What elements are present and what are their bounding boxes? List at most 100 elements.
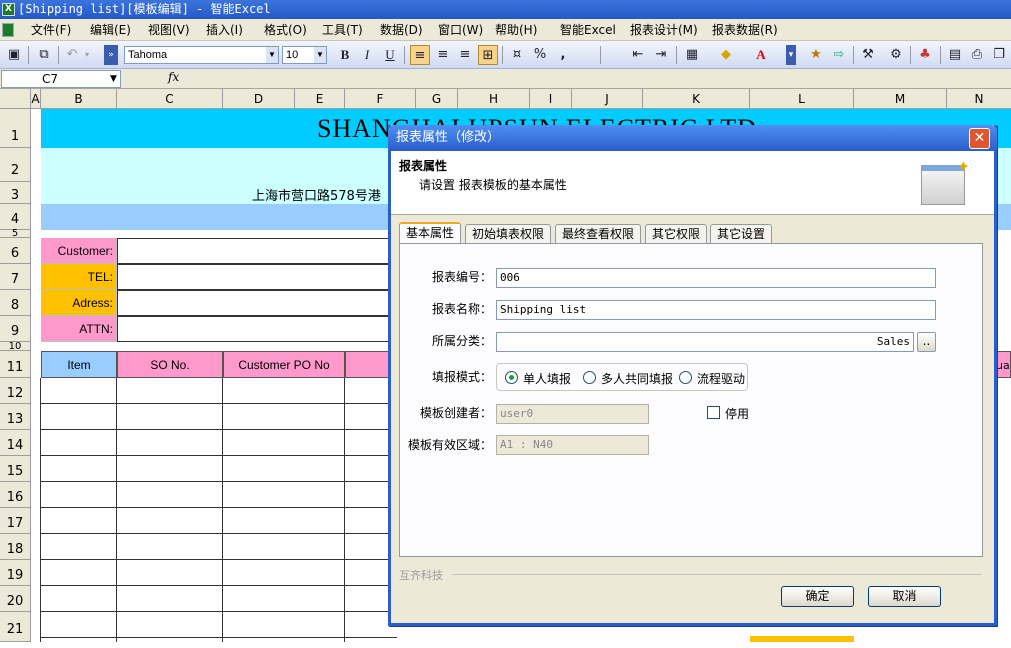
org-chart-icon[interactable]: ♣ <box>915 45 935 65</box>
comma-button[interactable]: , <box>553 45 573 65</box>
save-icon[interactable]: ▣ <box>4 45 24 65</box>
row-header[interactable]: 2 <box>0 148 31 182</box>
report-name-input[interactable]: Shipping list <box>496 300 936 320</box>
column-header[interactable]: H <box>458 89 530 109</box>
menu-view[interactable]: 视图(V) <box>148 22 190 38</box>
radio-workflow-label[interactable]: 流程驱动 <box>697 370 745 387</box>
row-header[interactable]: 13 <box>0 404 31 430</box>
menu-tools[interactable]: 工具(T) <box>322 22 363 38</box>
ok-button[interactable]: 确定 <box>781 586 854 607</box>
column-header[interactable]: A <box>31 89 41 109</box>
copy-icon[interactable]: ⧉ <box>34 45 54 65</box>
font-size-combo[interactable]: 10 ▼ <box>282 46 327 64</box>
column-header[interactable]: M <box>854 89 947 109</box>
undo-icon[interactable]: ↶ <box>62 45 82 65</box>
row-header[interactable]: 1 <box>0 109 31 148</box>
sheet-doc-icon[interactable] <box>2 23 14 37</box>
row-header[interactable]: 12 <box>0 378 31 404</box>
font-color-icon[interactable]: A <box>751 45 771 65</box>
menu-format[interactable]: 格式(O) <box>264 22 307 38</box>
menu-window[interactable]: 窗口(W) <box>438 22 483 38</box>
tab-initial-fill-permissions[interactable]: 初始填表权限 <box>465 224 552 243</box>
column-header[interactable]: N <box>947 89 1011 109</box>
row-header[interactable]: 14 <box>0 430 31 456</box>
column-header[interactable]: C <box>117 89 223 109</box>
underline-button[interactable]: U <box>380 45 400 65</box>
row-header[interactable]: 18 <box>0 534 31 560</box>
row-header[interactable]: 6 <box>0 238 31 264</box>
select-all-corner[interactable] <box>0 89 31 109</box>
attn-value-cell[interactable] <box>117 316 397 342</box>
column-header[interactable]: K <box>643 89 750 109</box>
address-value-cell[interactable] <box>117 290 397 316</box>
column-header[interactable]: I <box>530 89 572 109</box>
radio-workflow[interactable] <box>679 371 692 384</box>
print-icon[interactable]: ⎙ <box>967 45 987 65</box>
row-header[interactable]: 4 <box>0 204 31 230</box>
radio-multi-fill-label[interactable]: 多人共同填报 <box>601 370 673 387</box>
radio-single-fill[interactable] <box>505 371 518 384</box>
tab-basic-properties[interactable]: 基本属性 <box>399 222 462 244</box>
row-header[interactable]: 3 <box>0 182 31 204</box>
font-name-combo[interactable]: Tahoma ▼ <box>124 46 279 64</box>
row-header[interactable]: 5 <box>0 229 31 239</box>
borders-icon[interactable]: ▦ <box>682 45 702 65</box>
table-icon[interactable]: ▤ <box>945 45 965 65</box>
tel-value-cell[interactable] <box>117 264 397 290</box>
align-left-icon[interactable]: ≡ <box>410 45 430 65</box>
row-header[interactable]: 9 <box>0 316 31 342</box>
align-center-icon[interactable]: ≡ <box>433 45 453 65</box>
column-header[interactable]: G <box>416 89 458 109</box>
toolbar-more-icon[interactable]: ▾ <box>786 45 796 65</box>
open-report-icon[interactable]: ⇨ <box>829 45 849 65</box>
tab-other-settings[interactable]: 其它设置 <box>710 224 773 243</box>
menu-data[interactable]: 数据(D) <box>380 22 423 38</box>
name-box[interactable]: C7 ▼ <box>1 70 121 88</box>
close-button[interactable]: ✕ <box>969 128 990 149</box>
row-header[interactable]: 11 <box>0 351 31 378</box>
chevron-down-icon[interactable]: ▼ <box>314 47 326 63</box>
currency-icon[interactable]: ¤ <box>507 45 527 65</box>
chevron-down-icon[interactable]: ▼ <box>266 47 278 63</box>
column-header[interactable]: F <box>345 89 416 109</box>
radio-multi-fill[interactable] <box>583 371 596 384</box>
cancel-button[interactable]: 取消 <box>868 586 941 607</box>
tools-icon[interactable]: ⚒ <box>858 45 878 65</box>
increase-indent-icon[interactable]: ⇥ <box>651 45 671 65</box>
row-header[interactable]: 19 <box>0 560 31 586</box>
bold-button[interactable]: B <box>335 45 355 65</box>
window-icon[interactable]: ❐ <box>989 45 1009 65</box>
row-header[interactable]: 17 <box>0 508 31 534</box>
row-header[interactable]: 10 <box>0 342 31 352</box>
fill-color-icon[interactable]: ◆ <box>716 45 736 65</box>
tab-other-permissions[interactable]: 其它权限 <box>645 224 708 243</box>
menu-report-design[interactable]: 报表设计(M) <box>630 22 698 38</box>
chevron-down-icon[interactable]: ▼ <box>110 71 117 87</box>
align-right-icon[interactable]: ≡ <box>455 45 475 65</box>
column-header[interactable]: L <box>750 89 854 109</box>
report-no-input[interactable]: 006 <box>496 268 936 288</box>
merge-center-icon[interactable]: ⊞ <box>478 45 498 65</box>
row-header[interactable]: 15 <box>0 456 31 482</box>
excel-app-icon[interactable]: X <box>2 3 15 16</box>
highlighted-cell[interactable] <box>750 636 854 642</box>
percent-button[interactable]: % <box>530 45 550 65</box>
row-header[interactable]: 7 <box>0 264 31 290</box>
undo-dropdown-icon[interactable]: ▾ <box>82 45 92 65</box>
disable-checkbox-label[interactable]: 停用 <box>725 405 749 422</box>
menu-edit[interactable]: 编辑(E) <box>90 22 131 38</box>
customer-value-cell[interactable] <box>117 238 397 264</box>
menu-help[interactable]: 帮助(H) <box>495 22 537 38</box>
row-header[interactable]: 8 <box>0 290 31 316</box>
menu-insert[interactable]: 插入(I) <box>206 22 243 38</box>
decrease-indent-icon[interactable]: ⇤ <box>628 45 648 65</box>
toolbar-options-icon[interactable]: » <box>104 45 118 65</box>
menu-smart-excel[interactable]: 智能Excel <box>560 22 616 38</box>
function-icon[interactable]: fx <box>168 70 179 84</box>
row-header[interactable]: 20 <box>0 586 31 612</box>
column-header[interactable]: B <box>41 89 117 109</box>
tab-final-view-permissions[interactable]: 最终查看权限 <box>555 224 642 243</box>
category-browse-button[interactable]: .. <box>917 332 936 352</box>
radio-single-fill-label[interactable]: 单人填报 <box>523 370 571 387</box>
column-header[interactable]: E <box>295 89 345 109</box>
